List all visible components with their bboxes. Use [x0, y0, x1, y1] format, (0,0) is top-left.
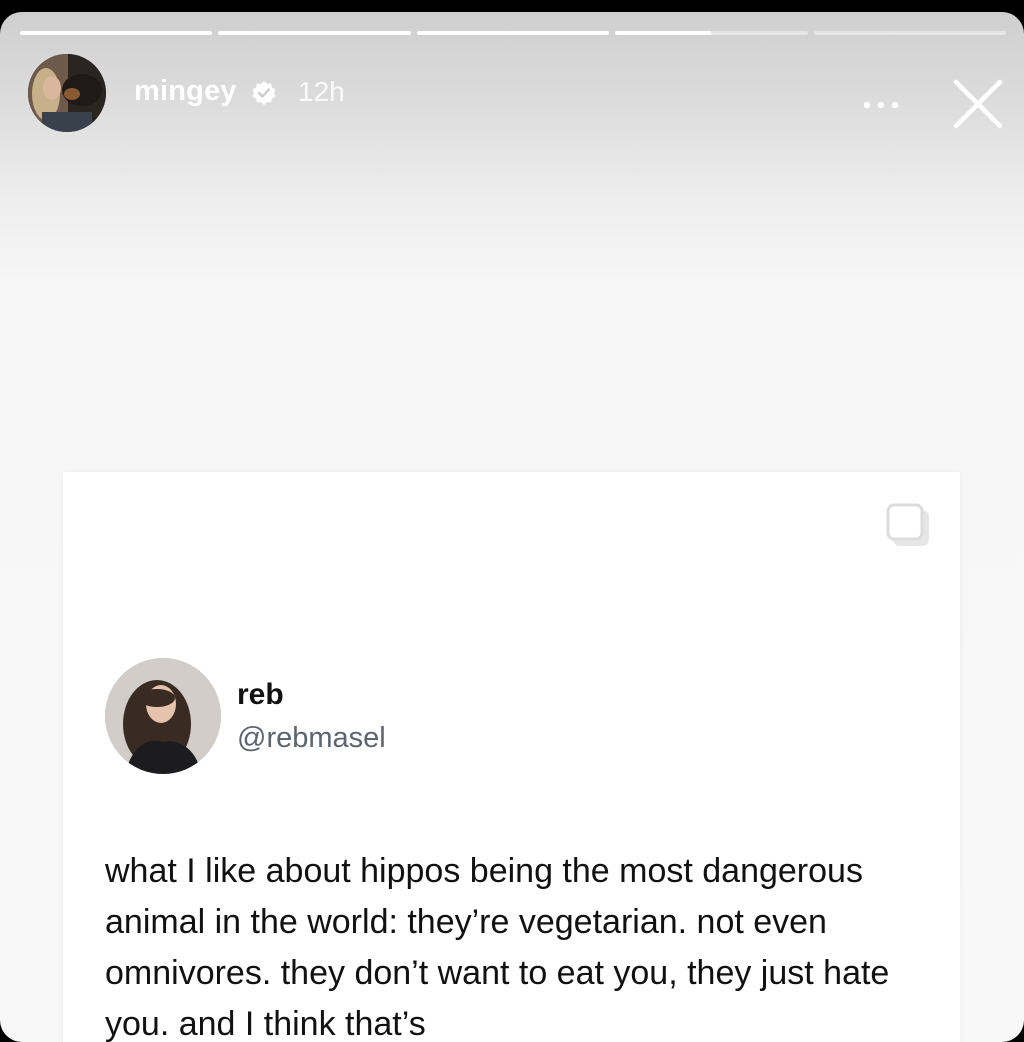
post-author-avatar	[105, 658, 221, 774]
story-timestamp: 12h	[298, 76, 345, 107]
post-body-text: what I like about hippos being the most …	[105, 852, 890, 1042]
verified-badge-icon	[251, 80, 277, 106]
author-username[interactable]: mingey	[134, 75, 237, 108]
story-header: mingey 12h	[0, 12, 1024, 152]
close-icon[interactable]	[946, 72, 1010, 136]
story-viewer[interactable]: mingey 12h reb @rebmasel what I like abo…	[0, 12, 1024, 1042]
more-options-icon[interactable]	[858, 82, 904, 128]
shared-post-card[interactable]: reb @rebmasel what I like about hippos b…	[63, 472, 960, 1042]
post-author-name: reb	[237, 678, 284, 711]
post-author-handle: @rebmasel	[237, 722, 386, 754]
carousel-icon	[883, 500, 935, 552]
author-avatar[interactable]	[28, 54, 106, 132]
